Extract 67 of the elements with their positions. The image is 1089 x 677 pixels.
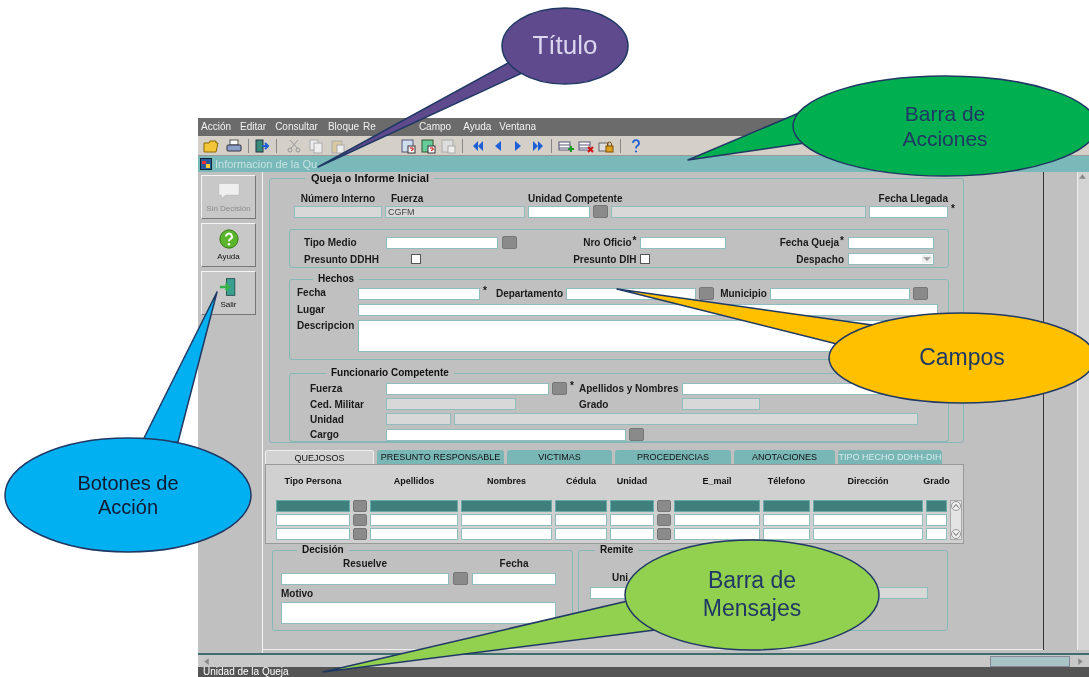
tab[interactable]: PROCEDENCIAS <box>615 450 731 464</box>
callout-label: Botones de Acción <box>76 471 180 519</box>
callout-label: Título <box>531 30 599 62</box>
section-title: Hechos <box>317 273 356 285</box>
field-label: Grado <box>579 398 610 410</box>
column-header: Unidad <box>616 476 648 487</box>
field-label: Despacho <box>796 253 844 265</box>
column-header: Tipo Persona <box>284 476 342 487</box>
field-label: Municipio <box>720 288 767 299</box>
field-label: Fecha Llegada <box>878 193 948 204</box>
field-label: Motivo <box>281 588 315 599</box>
field-label: Tipo Medio <box>304 237 358 248</box>
field-label: Fuerza <box>310 383 344 394</box>
required-mark: * <box>840 237 844 245</box>
field-label: Unidad <box>310 413 345 425</box>
menu-item[interactable]: Editar <box>240 121 267 133</box>
field-label: Departamento <box>495 288 564 299</box>
tab[interactable]: QUEJOSOS <box>265 450 374 464</box>
required-mark: * <box>632 237 637 245</box>
callout-label: Barra de Acciones <box>901 100 989 152</box>
field-label: Uni <box>612 572 629 583</box>
field-label: Fecha Queja <box>779 237 840 248</box>
section-title: Queja o Informe Inicial <box>310 172 430 184</box>
field-label: Presunto DDHH <box>304 253 380 265</box>
menu-item[interactable]: Ayuda <box>463 121 492 133</box>
section-title: Funcionario Competente <box>330 367 450 379</box>
field-label: Unidad Competente <box>528 193 624 204</box>
column-header: Cédula <box>566 476 596 487</box>
column-header: Télefono <box>767 476 806 487</box>
field-label: Lugar <box>297 304 326 315</box>
action-button[interactable]: Salir <box>201 271 256 315</box>
input-field[interactable]: CGFM <box>385 206 525 218</box>
field-label: Cargo <box>310 429 340 440</box>
field-label: Descripcion <box>297 320 355 331</box>
column-header: Grado <box>923 476 950 487</box>
menu-item[interactable]: Bloque <box>327 121 360 133</box>
menu-item[interactable]: Acción <box>201 121 231 133</box>
required-mark: * <box>951 205 956 213</box>
menu-item[interactable]: Re <box>363 121 376 133</box>
field-label: Fecha <box>297 287 327 298</box>
menu-item[interactable]: Ventana <box>499 121 537 133</box>
action-button[interactable]: Ayuda <box>201 223 256 267</box>
required-mark: * <box>570 382 575 390</box>
tab[interactable]: PRESUNTO RESPONSABLE <box>377 450 504 464</box>
column-header: Dirección <box>847 476 889 487</box>
field-label: Número Interno <box>300 193 376 204</box>
section-title: Remite <box>599 544 635 556</box>
menu-item[interactable]: Consultar <box>275 121 318 133</box>
menu-item[interactable]: Campo <box>418 121 452 133</box>
tab[interactable]: ANOTACIONES <box>734 450 835 464</box>
column-header: Apellidos <box>393 476 435 487</box>
field-label: Apellidos y Nombres <box>579 383 679 394</box>
field-label: Fecha <box>499 558 529 569</box>
column-header: Nombres <box>487 476 526 487</box>
section-title: Decisión <box>301 544 345 556</box>
field-label: Resuelve <box>343 558 387 569</box>
window-title: Informacion de la Qu <box>215 157 318 171</box>
required-mark: * <box>483 287 487 295</box>
field-label: Presunto DIH <box>573 253 637 265</box>
tab[interactable]: VICTIMAS <box>507 450 612 464</box>
field-label: Ced. Militar <box>310 398 365 410</box>
column-header: E_mail <box>702 476 732 487</box>
status-message: Unidad de la Queja <box>198 667 1089 677</box>
callout-label: Campos <box>918 344 1006 372</box>
field-label: Nro Oficio <box>583 237 632 248</box>
callout-label: Barra de Mensajes <box>701 567 803 623</box>
field-label: Fuerza <box>390 193 425 204</box>
